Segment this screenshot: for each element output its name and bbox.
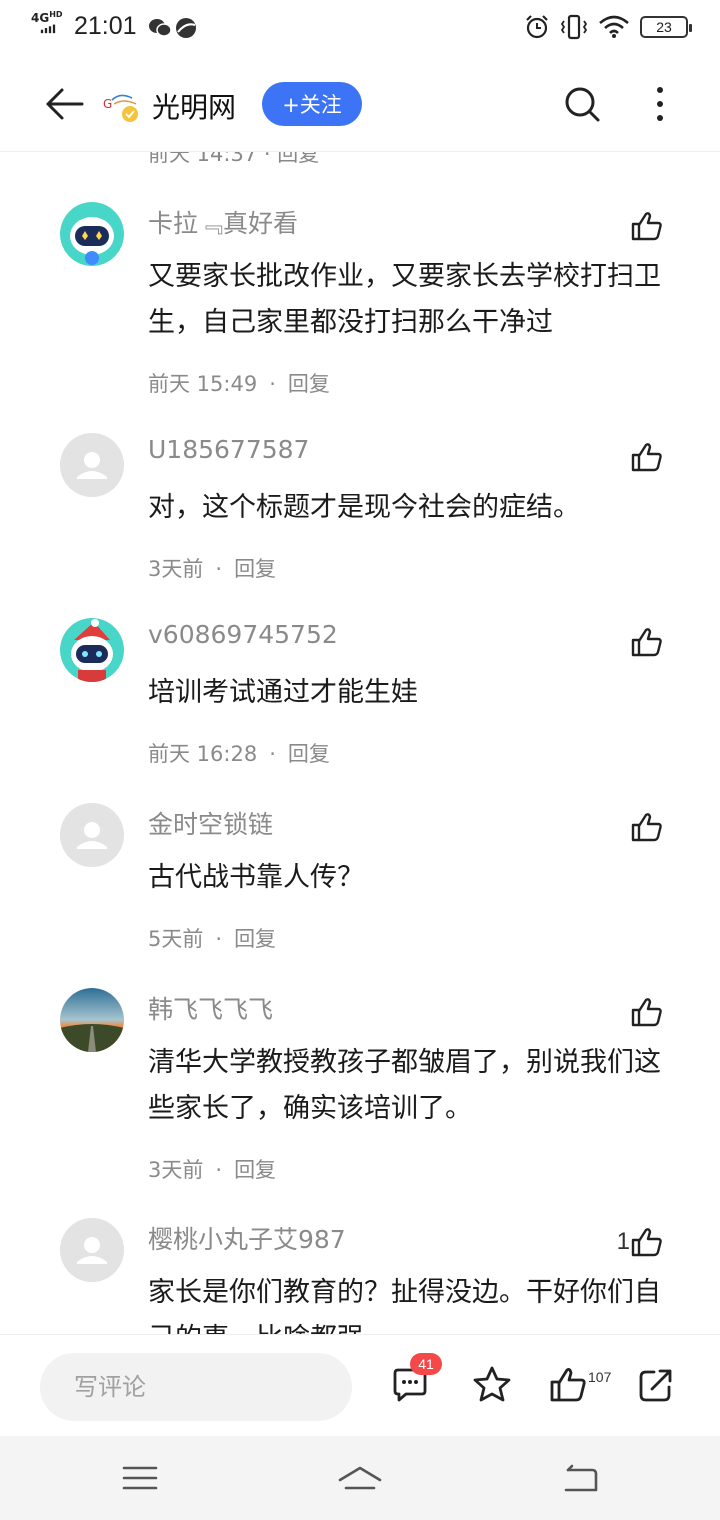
- reply-button[interactable]: 回复: [234, 557, 276, 581]
- comment-like-button[interactable]: [630, 626, 664, 658]
- more-options-icon[interactable]: [648, 84, 672, 124]
- thumbs-up-icon: [631, 628, 662, 657]
- thumbs-up-icon: [631, 443, 662, 472]
- reply-button[interactable]: 回复: [288, 372, 330, 396]
- thumbs-up-icon: [631, 998, 662, 1027]
- comment-list[interactable]: 前天 14:37 · 回复 卡拉﹃真好看 又要家长批改作业，又要家长去学校打扫卫…: [0, 0, 720, 1334]
- default-avatar-icon[interactable]: [60, 433, 124, 497]
- thumbs-up-icon[interactable]: [548, 1365, 588, 1405]
- thumbs-up-icon: [631, 813, 662, 842]
- comment-action-bar: 41 107: [0, 1334, 720, 1436]
- top-nav-bar: G 光明网 +关注: [0, 56, 720, 152]
- comment-text: 对，这个标题才是现今社会的症结。: [148, 492, 580, 523]
- channel-logo-icon[interactable]: G: [102, 90, 144, 124]
- channel-name[interactable]: 光明网: [152, 86, 236, 126]
- menu-icon[interactable]: [120, 1460, 160, 1496]
- robot-christmas-icon[interactable]: [60, 618, 124, 682]
- default-avatar-icon[interactable]: [60, 803, 124, 867]
- comment-meta: 3天前 · 回复: [148, 1158, 277, 1182]
- comment-count-badge: 41: [410, 1353, 442, 1375]
- comment-like-count: 1: [616, 1228, 630, 1255]
- comment-like-button[interactable]: [630, 811, 664, 843]
- comment-meta: 5天前 · 回复: [148, 927, 277, 951]
- comment-time: 5天前: [148, 927, 204, 951]
- reply-button[interactable]: 回复: [234, 1158, 276, 1182]
- comment-text: 家长是你们教育的？扯得没边。干好你们自己的事，比啥都强: [148, 1277, 661, 1334]
- reply-button[interactable]: 回复: [234, 927, 276, 951]
- landscape-photo-icon[interactable]: [60, 988, 124, 1052]
- robot-teal-icon[interactable]: [60, 202, 124, 266]
- search-icon[interactable]: [562, 84, 602, 124]
- comment-time: 3天前: [148, 1158, 204, 1182]
- back-arrow-icon[interactable]: [40, 84, 88, 124]
- comment-time: 3天前: [148, 557, 204, 581]
- comment-username[interactable]: 卡拉﹃真好看: [148, 204, 298, 240]
- like-total-count: 107: [588, 1369, 612, 1385]
- comment-text: 古代战书靠人传？: [148, 862, 364, 893]
- system-nav-bar: [0, 1436, 720, 1520]
- comment-meta: 前天 16:28 · 回复: [148, 742, 330, 766]
- comment-text: 又要家长批改作业，又要家长去学校打扫卫生，自己家里都没打扫那么干净过: [148, 261, 661, 338]
- comment-input[interactable]: [40, 1353, 352, 1421]
- home-icon[interactable]: [336, 1460, 384, 1496]
- comment-like-button[interactable]: [630, 441, 664, 473]
- default-avatar-icon[interactable]: [60, 1218, 124, 1282]
- comment-like-button[interactable]: 1: [617, 1226, 664, 1258]
- star-icon[interactable]: [472, 1365, 512, 1405]
- back-nav-icon[interactable]: [560, 1460, 600, 1496]
- share-icon[interactable]: [636, 1365, 676, 1405]
- follow-button[interactable]: +关注: [262, 82, 362, 126]
- comment-like-button[interactable]: [630, 210, 664, 242]
- comment-like-button[interactable]: [630, 996, 664, 1028]
- reply-button[interactable]: 回复: [288, 742, 330, 766]
- svg-text:G: G: [103, 97, 112, 111]
- comment-username[interactable]: 樱桃小丸子艾987: [148, 1220, 346, 1256]
- comment-username[interactable]: 韩飞飞飞飞: [148, 990, 273, 1026]
- comment-time: 前天 15:49: [148, 372, 258, 396]
- thumbs-up-icon: [631, 212, 662, 241]
- comment-username[interactable]: U185677587: [148, 435, 309, 464]
- comment-username[interactable]: v60869745752: [148, 620, 338, 649]
- comment-time: 前天 16:28: [148, 742, 258, 766]
- thumbs-up-icon: [631, 1228, 662, 1257]
- comment-username[interactable]: 金时空锁链: [148, 805, 273, 841]
- comment-text: 清华大学教授教孩子都皱眉了，别说我们这些家长了，确实该培训了。: [148, 1047, 661, 1124]
- comment-text: 培训考试通过才能生娃: [148, 677, 418, 708]
- comment-meta: 3天前 · 回复: [148, 557, 277, 581]
- comment-meta: 前天 15:49 · 回复: [148, 372, 330, 396]
